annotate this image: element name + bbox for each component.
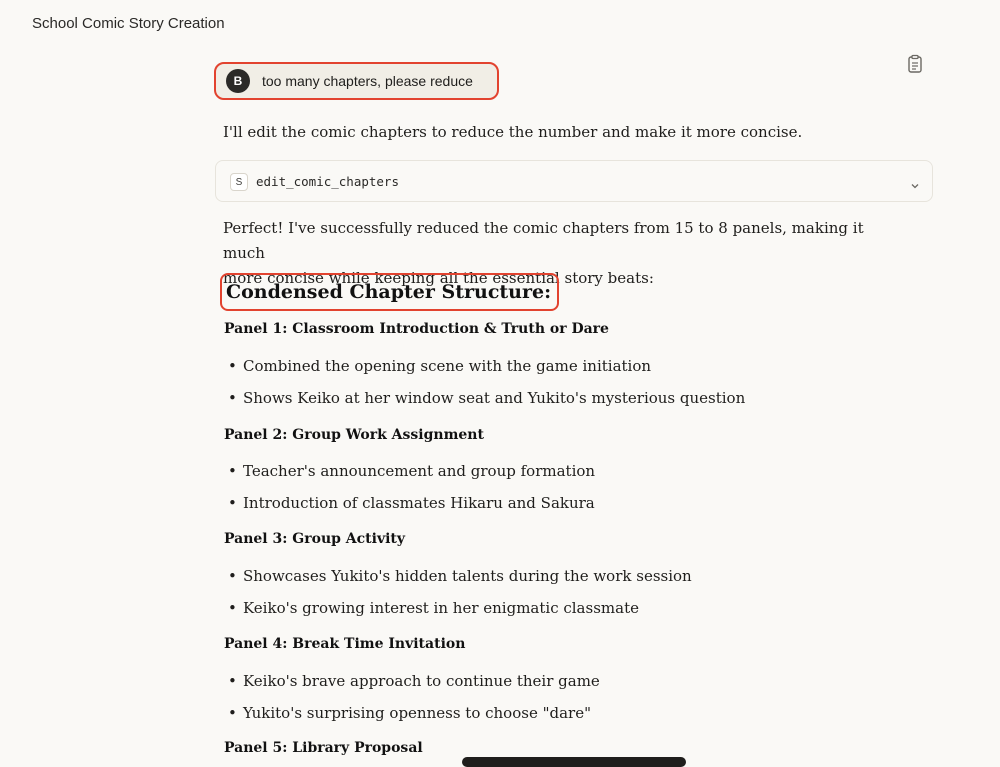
clipboard-icon[interactable] — [906, 54, 924, 74]
list-item: • Yukito's surprising openness to choose … — [228, 704, 591, 722]
list-item: • Shows Keiko at her window seat and Yuki… — [228, 389, 746, 407]
list-item: • Teacher's announcement and group format… — [228, 462, 596, 480]
list-item: • Showcases Yukito's hidden talents durin… — [228, 567, 692, 585]
floating-input-bar[interactable] — [462, 757, 686, 767]
tool-badge: S — [230, 173, 248, 191]
avatar: B — [226, 69, 250, 93]
conversation-title[interactable]: School Comic Story Creation — [32, 15, 225, 32]
summary-line: Perfect! I've successfully reduced the c… — [223, 219, 864, 262]
list-item-text: Teacher's announcement and group formati… — [243, 462, 596, 480]
highlighted-heading: Condensed Chapter Structure: — [220, 273, 560, 311]
list-item-text: Keiko's brave approach to continue their… — [243, 672, 600, 690]
list-item: • Keiko's brave approach to continue thei… — [228, 672, 600, 690]
tool-call-expander[interactable]: S edit_comic_chapters — [215, 160, 933, 202]
list-item-text: Introduction of classmates Hikaru and Sa… — [243, 494, 595, 512]
user-message-bubble: B too many chapters, please reduce — [214, 62, 499, 100]
list-item: • Combined the opening scene with the gam… — [228, 357, 652, 375]
chevron-down-icon[interactable] — [910, 176, 920, 189]
assistant-intro: I'll edit the comic chapters to reduce t… — [223, 123, 803, 141]
list-item-text: Yukito's surprising openness to choose "… — [243, 704, 591, 722]
list-item-text: Keiko's growing interest in her enigmati… — [243, 599, 639, 617]
panel-title: Panel 4: Break Time Invitation — [224, 636, 466, 652]
list-item: • Keiko's growing interest in her enigmat… — [228, 599, 639, 617]
panel-title: Panel 3: Group Activity — [224, 531, 406, 547]
panel-title: Panel 2: Group Work Assignment — [224, 427, 484, 443]
top-bar: School Comic Story Creation — [0, 0, 1000, 48]
list-item-text: Combined the opening scene with the game… — [243, 357, 652, 375]
panel-title: Panel 1: Classroom Introduction & Truth … — [224, 321, 609, 337]
list-item-text: Showcases Yukito's hidden talents during… — [243, 567, 692, 585]
tool-name: edit_comic_chapters — [256, 174, 399, 189]
list-item-text: Shows Keiko at her window seat and Yukit… — [243, 389, 746, 407]
list-item: • Introduction of classmates Hikaru and S… — [228, 494, 595, 512]
user-message-text: too many chapters, please reduce — [262, 73, 473, 89]
section-heading: Condensed Chapter Structure: — [226, 281, 552, 303]
panel-title: Panel 5: Library Proposal — [224, 740, 423, 756]
